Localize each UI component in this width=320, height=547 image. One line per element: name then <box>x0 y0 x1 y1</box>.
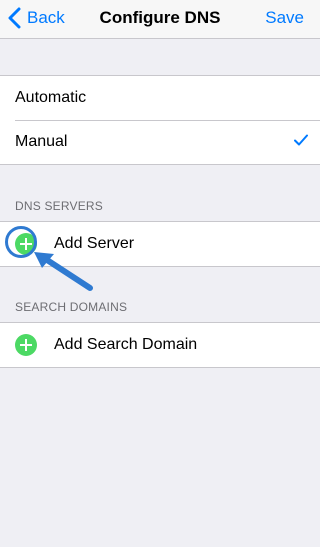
option-manual-label: Manual <box>15 133 68 150</box>
dns-servers-group: Add Server <box>0 221 320 267</box>
search-domains-group: Add Search Domain <box>0 322 320 368</box>
add-server-label: Add Server <box>54 235 135 252</box>
add-search-domain-button[interactable]: Add Search Domain <box>0 323 320 367</box>
add-server-button[interactable]: Add Server <box>0 222 320 266</box>
dns-servers-header: DNS SERVERS <box>15 199 104 213</box>
option-automatic[interactable]: Automatic <box>0 76 320 120</box>
plus-circle-icon[interactable] <box>15 233 37 255</box>
checkmark-icon <box>294 134 308 146</box>
plus-circle-icon[interactable] <box>15 334 37 356</box>
option-automatic-label: Automatic <box>15 89 87 106</box>
navigation-bar: Back Configure DNS Save <box>0 0 320 39</box>
search-domains-header: SEARCH DOMAINS <box>15 300 128 314</box>
option-manual[interactable]: Manual <box>0 120 320 164</box>
add-search-domain-label: Add Search Domain <box>54 336 198 353</box>
save-button[interactable]: Save <box>265 8 304 28</box>
dns-mode-group: Automatic Manual <box>0 75 320 165</box>
